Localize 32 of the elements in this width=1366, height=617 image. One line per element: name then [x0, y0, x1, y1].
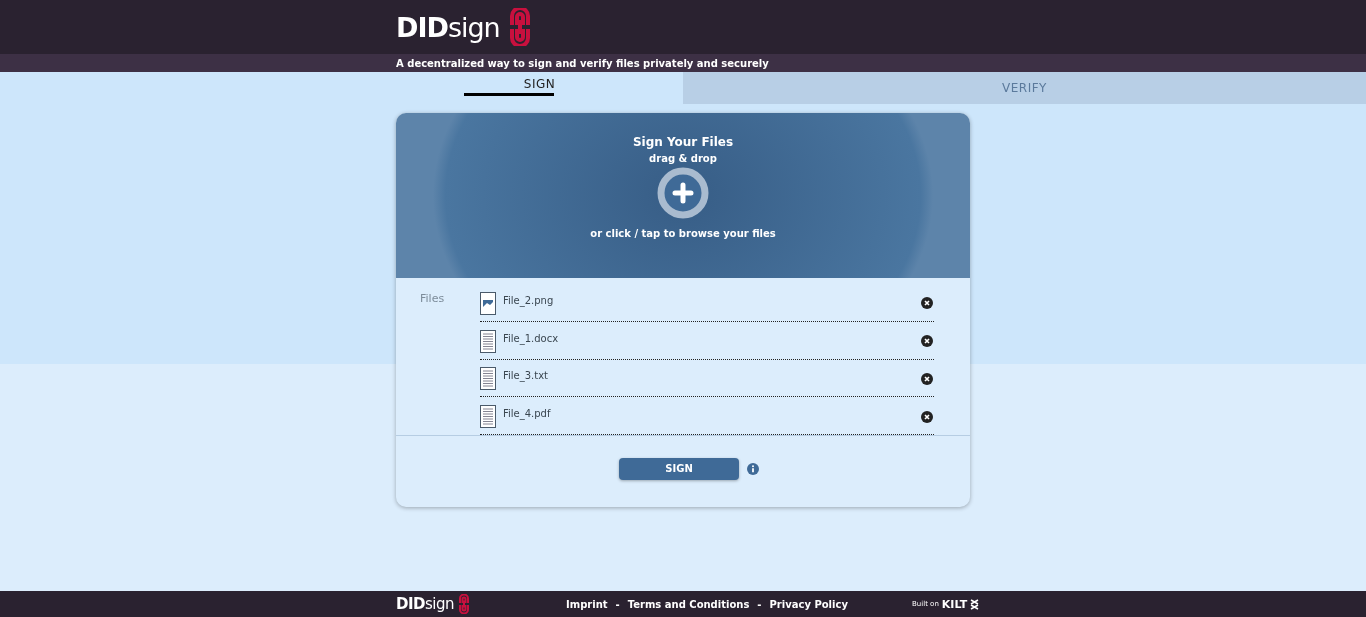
footer-link[interactable]: Terms and Conditions [627, 598, 750, 610]
separator: - [615, 598, 620, 610]
chain-link-icon [458, 594, 470, 614]
remove-icon[interactable] [921, 335, 933, 348]
document-icon [480, 367, 496, 391]
separator: - [757, 598, 762, 610]
chain-link-icon [507, 8, 532, 46]
dropzone[interactable]: Sign Your Files drag & drop or click / tap to browse your files [396, 113, 970, 278]
add-icon[interactable] [657, 167, 709, 219]
file-name: File_4.pdf [503, 408, 552, 420]
logo-text: DIDsign [396, 595, 454, 613]
remove-icon[interactable] [921, 372, 933, 385]
dropzone-subtitle: drag & drop [649, 153, 717, 164]
document-icon [480, 329, 496, 353]
tagline: A decentralized way to sign and verify files privately and securely [396, 57, 769, 69]
file-name: File_1.docx [503, 332, 560, 344]
file-name: File_3.txt [503, 370, 550, 382]
sign-button[interactable]: SIGN [619, 457, 739, 480]
image-file-icon [480, 291, 496, 315]
remove-icon[interactable] [921, 297, 933, 310]
file-name: File_2.png [503, 294, 555, 306]
footer-link[interactable]: Privacy Policy [769, 598, 848, 610]
footer-link[interactable]: Imprint [566, 598, 608, 610]
files-label: Files [420, 291, 446, 307]
remove-icon[interactable] [921, 410, 933, 423]
logo-text: DIDsign [396, 11, 500, 43]
dropzone-title: Sign Your Files [632, 135, 734, 149]
dropzone-hint: or click / tap to browse your files [590, 228, 776, 239]
document-icon [480, 405, 496, 429]
info-icon[interactable] [747, 462, 759, 475]
kilt-icon [970, 598, 980, 610]
kilt-logo-text: KILT [941, 597, 968, 611]
